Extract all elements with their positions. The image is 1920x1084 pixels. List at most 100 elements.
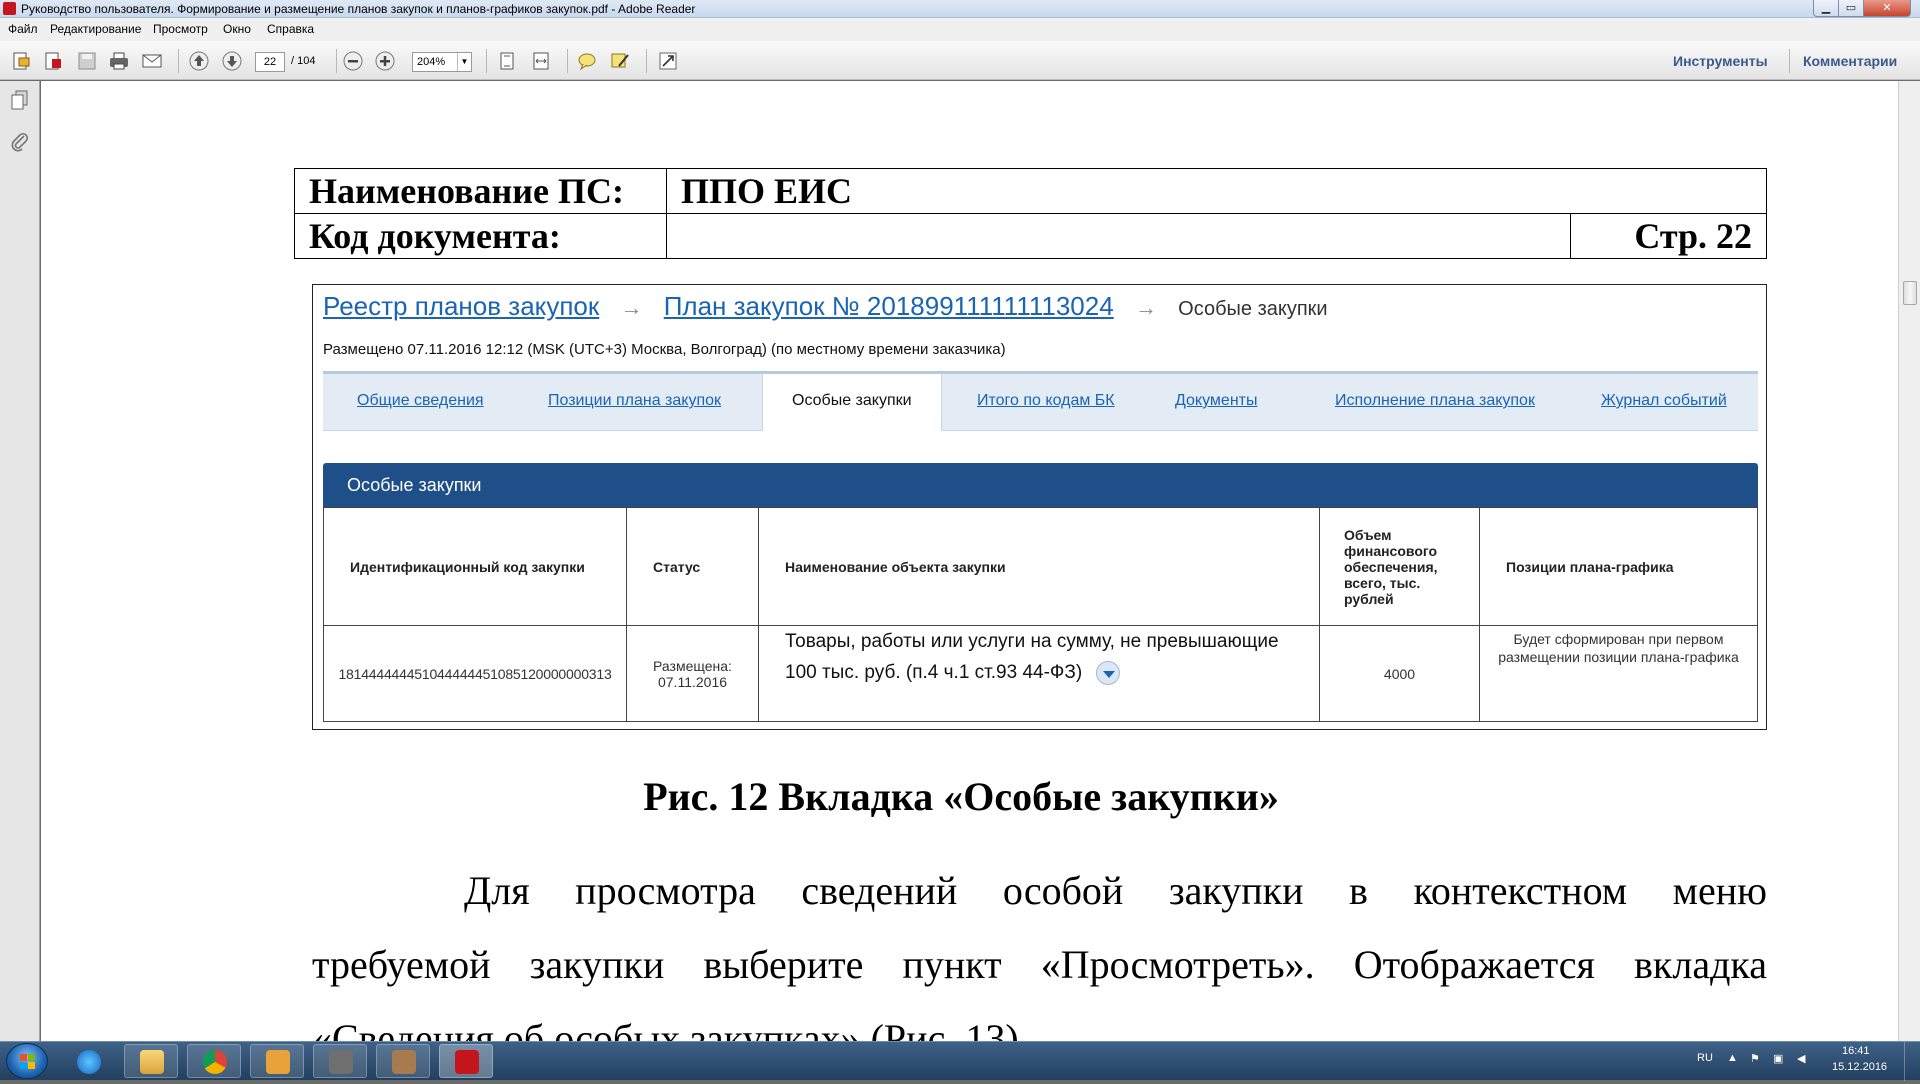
taskbar-pdf-creator[interactable]: [313, 1044, 367, 1078]
toolbar-separator: [178, 49, 179, 73]
clock-time[interactable]: 16:41: [1842, 1045, 1870, 1057]
menu-bar: Файл Редактирование Просмотр Окно Справк…: [0, 18, 1920, 41]
doc-code-label: Код документа:: [294, 213, 667, 259]
cell-name: Товары, работы или услуги на сумму, не п…: [758, 625, 1320, 722]
next-page-button[interactable]: [221, 50, 243, 72]
breadcrumb: Реестр планов закупок → План закупок № 2…: [323, 291, 1328, 322]
fit-page-icon: [500, 52, 514, 70]
expand-icon: [659, 52, 677, 70]
taskbar-ie[interactable]: [61, 1044, 115, 1078]
tab-general[interactable]: Общие сведения: [357, 392, 484, 410]
tab-totals-by-bk[interactable]: Итого по кодам БК: [977, 392, 1115, 410]
taskbar-agent[interactable]: [376, 1044, 430, 1078]
table-row[interactable]: 181444444451044444451085120000000313 Раз…: [323, 625, 1758, 722]
tray-expand-icon[interactable]: ▲: [1727, 1052, 1738, 1064]
document-viewport[interactable]: Наименование ПС: ППО ЕИС Код документа: …: [41, 81, 1898, 1041]
column-header-amount: Объем финансового обеспечения, всего, ты…: [1319, 507, 1480, 626]
arrow-right-icon: →: [1134, 295, 1157, 320]
minimize-icon: ▁: [1821, 1, 1831, 14]
envelope-icon: [142, 54, 162, 68]
column-header-code: Идентификационный код закупки: [323, 507, 627, 626]
cell-status: Размещена: 07.11.2016: [626, 625, 759, 722]
tab-plan-positions[interactable]: Позиции плана закупок: [548, 392, 721, 410]
maximize-icon: ▭: [1845, 1, 1857, 14]
tools-pane-button[interactable]: Инструменты: [1673, 53, 1768, 69]
cell-amount: 4000: [1319, 625, 1480, 722]
ps-name-value: ППО ЕИС: [666, 168, 1767, 214]
expand-dropdown-icon[interactable]: [1096, 660, 1121, 685]
previous-page-button[interactable]: [188, 50, 210, 72]
vertical-scrollbar[interactable]: [1898, 81, 1920, 1041]
cell-positions: Будет сформирован при первом размещении …: [1479, 625, 1758, 722]
pdf-creator-icon: [329, 1050, 353, 1074]
page-number-input[interactable]: 22: [255, 52, 285, 72]
email-button[interactable]: [141, 50, 163, 72]
paragraph-line-2: требуемой закупки выберите пункт «Просмо…: [312, 942, 1767, 987]
agent-app-icon: [392, 1050, 416, 1074]
outlook-icon: [266, 1050, 290, 1074]
create-pdf-button[interactable]: [10, 50, 32, 72]
attachments-icon[interactable]: [9, 131, 31, 153]
toolbar-separator: [646, 49, 647, 73]
pdf-tools-button[interactable]: [42, 50, 64, 72]
table-header-row: Идентификационный код закупки Статус Наи…: [323, 507, 1758, 626]
cell-code: 181444444451044444451085120000000313: [323, 625, 627, 722]
fit-width-button[interactable]: [530, 50, 552, 72]
page-thumbnails-icon[interactable]: [9, 89, 31, 111]
chevron-down-icon[interactable]: ▼: [457, 53, 471, 71]
comment-button[interactable]: [576, 50, 598, 72]
doc-code-value: [666, 213, 1571, 259]
create-pdf-icon: [13, 52, 30, 70]
network-icon[interactable]: ▣: [1773, 1052, 1783, 1065]
action-center-icon[interactable]: ⚑: [1750, 1052, 1760, 1065]
show-desktop-button[interactable]: [1904, 1042, 1920, 1081]
taskbar-adobe-reader[interactable]: [439, 1044, 493, 1078]
posted-date-text: Размещено 07.11.2016 12:12 (MSK (UTC+3) …: [323, 341, 1006, 358]
volume-icon[interactable]: ◀: [1797, 1052, 1805, 1065]
print-button[interactable]: [108, 50, 130, 72]
zoom-out-button[interactable]: [342, 50, 364, 72]
comments-pane-button[interactable]: Комментарии: [1803, 53, 1897, 69]
start-button[interactable]: [6, 1043, 48, 1079]
zoom-in-button[interactable]: [374, 50, 396, 72]
ps-name-label: Наименование ПС:: [294, 168, 667, 214]
toolbar-separator: [336, 49, 337, 73]
menu-window[interactable]: Окно: [223, 22, 251, 36]
column-header-name: Наименование объекта закупки: [758, 507, 1320, 626]
breadcrumb-link-registry[interactable]: Реестр планов закупок: [323, 291, 599, 321]
highlight-button[interactable]: [609, 50, 631, 72]
maximize-button[interactable]: ▭: [1838, 0, 1864, 17]
toolbar-separator: [567, 49, 568, 73]
tab-event-log[interactable]: Журнал событий: [1601, 392, 1727, 410]
arrow-down-icon: [222, 51, 242, 71]
fit-page-button[interactable]: [496, 50, 518, 72]
speech-bubble-icon: [578, 53, 596, 71]
save-button[interactable]: [76, 50, 98, 72]
menu-view[interactable]: Просмотр: [153, 22, 208, 36]
highlighter-icon: [611, 53, 629, 68]
language-indicator[interactable]: RU: [1697, 1052, 1713, 1064]
tab-documents[interactable]: Документы: [1175, 392, 1257, 410]
menu-file[interactable]: Файл: [8, 22, 38, 36]
menu-edit[interactable]: Редактирование: [50, 22, 141, 36]
close-button[interactable]: ✕: [1863, 0, 1911, 17]
taskbar-chrome[interactable]: [187, 1044, 241, 1078]
arrow-up-icon: [189, 51, 209, 71]
scrollbar-thumb[interactable]: [1903, 281, 1917, 305]
internet-explorer-icon: [77, 1050, 101, 1074]
clock-date[interactable]: 15.12.2016: [1832, 1061, 1887, 1073]
fullscreen-button[interactable]: [657, 50, 679, 72]
breadcrumb-link-plan[interactable]: План закупок № 201899111111113024: [664, 291, 1114, 321]
taskbar-explorer[interactable]: [124, 1044, 178, 1078]
taskbar-outlook[interactable]: [250, 1044, 304, 1078]
tab-plan-execution[interactable]: Исполнение плана закупок: [1335, 392, 1535, 410]
zoom-select[interactable]: 204% ▼: [412, 52, 472, 72]
menu-help[interactable]: Справка: [267, 22, 314, 36]
pdf-document-icon: [45, 52, 61, 70]
tab-special-purchases[interactable]: Особые закупки: [762, 374, 942, 431]
minimize-button[interactable]: ▁: [1813, 0, 1839, 17]
panel-title: Особые закупки: [323, 463, 1758, 507]
window-titlebar: Руководство пользователя. Формирование и…: [0, 0, 1920, 18]
navigation-pane: [0, 81, 40, 1041]
save-icon: [78, 52, 96, 70]
